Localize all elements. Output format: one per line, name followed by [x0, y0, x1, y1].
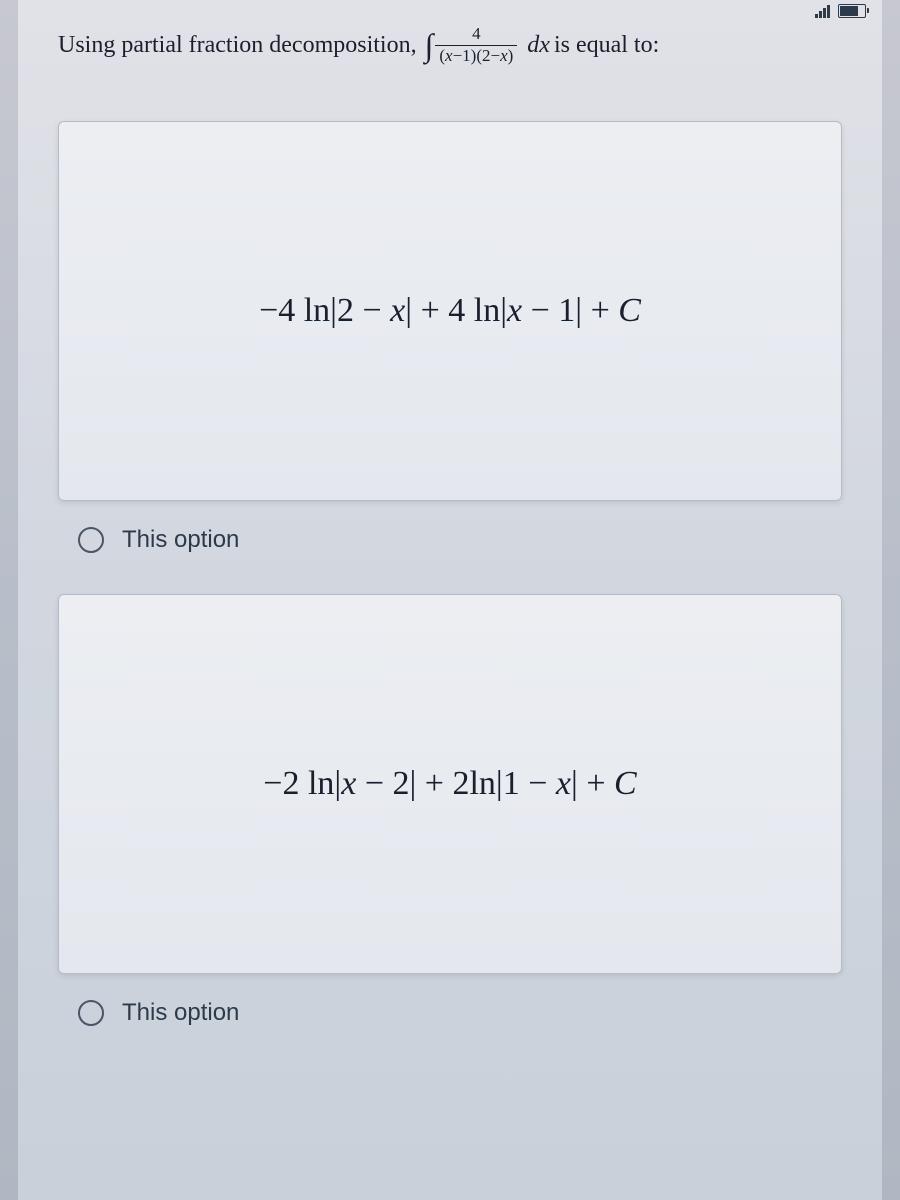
integral-symbol: ∫: [425, 20, 434, 71]
fraction: 4 (x−1)(2−x): [435, 25, 517, 65]
question-suffix: is equal to:: [554, 26, 659, 64]
signal-icon: [815, 5, 830, 18]
question-text: Using partial fraction decomposition, ∫ …: [58, 20, 842, 71]
option-formula: −4 ln|2 − x| + 4 ln|x − 1| + C: [259, 292, 641, 330]
option-radio-row[interactable]: This option: [58, 999, 842, 1027]
numerator: 4: [468, 25, 485, 45]
option-label-text: This option: [122, 999, 239, 1027]
status-bar: [811, 0, 870, 22]
question-prefix: Using partial fraction decomposition,: [58, 26, 417, 64]
option-formula: −2 ln|x − 2| + 2ln|1 − x| + C: [263, 765, 636, 803]
radio-icon[interactable]: [78, 1000, 104, 1026]
radio-icon[interactable]: [78, 527, 104, 553]
option-label-text: This option: [122, 526, 239, 554]
content-area: Using partial fraction decomposition, ∫ …: [18, 0, 882, 1200]
option-card: −2 ln|x − 2| + 2ln|1 − x| + C: [58, 594, 842, 974]
integral-expression: ∫ 4 (x−1)(2−x): [425, 20, 520, 71]
battery-icon: [838, 4, 866, 18]
denominator: (x−1)(2−x): [435, 45, 517, 66]
dx: dx: [527, 26, 550, 64]
option-radio-row[interactable]: This option: [58, 526, 842, 554]
option-card: −4 ln|2 − x| + 4 ln|x − 1| + C: [58, 121, 842, 501]
